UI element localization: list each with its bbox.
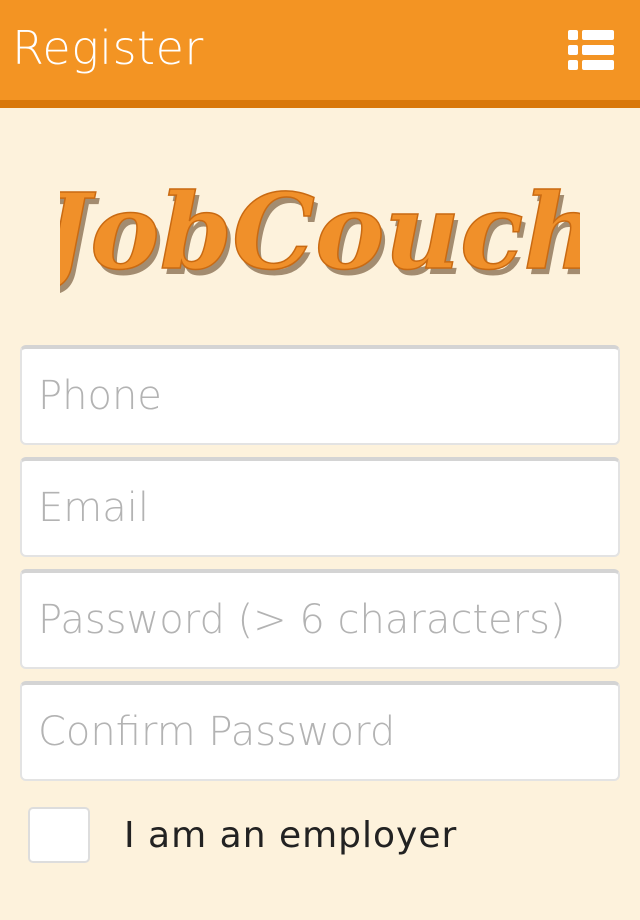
employer-label[interactable]: I am an employer [124, 815, 457, 856]
employer-checkbox[interactable] [28, 807, 90, 863]
employer-option: I am an employer [28, 803, 457, 867]
app-header: Register [0, 0, 640, 108]
confirm-password-field[interactable] [20, 681, 620, 781]
logo-text: JobCouch [60, 170, 580, 293]
password-field[interactable] [20, 569, 620, 669]
page-title: Register [12, 21, 204, 75]
jobcouch-logo: JobCouch JobCouch [60, 150, 580, 310]
menu-button[interactable] [568, 28, 614, 72]
list-menu-icon [568, 30, 614, 70]
phone-field[interactable] [20, 345, 620, 445]
email-field[interactable] [20, 457, 620, 557]
